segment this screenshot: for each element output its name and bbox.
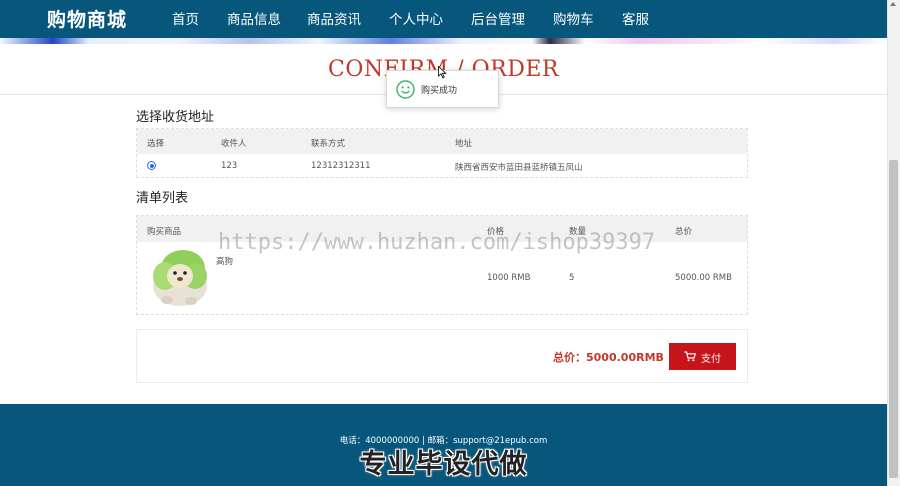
- nav-item-home[interactable]: 首页: [172, 8, 199, 28]
- toast-message: 购买成功: [421, 86, 458, 96]
- product-image[interactable]: [147, 246, 211, 308]
- nav-item-admin[interactable]: 后台管理: [471, 8, 525, 28]
- top-navbar: 购物商城 首页 商品信息 商品资讯 个人中心 后台管理 购物车 客服: [0, 0, 887, 38]
- column-header-contact: 联系方式: [311, 139, 346, 149]
- pay-button-label: 支付: [701, 354, 721, 365]
- nav-item-news[interactable]: 商品资讯: [307, 8, 361, 28]
- cart-section-heading: 清单列表: [136, 191, 189, 206]
- address-section-heading: 选择收货地址: [136, 110, 215, 125]
- smile-icon: [396, 80, 415, 99]
- total-price: 总价：5000.00RMB: [553, 351, 664, 364]
- column-header-recipient: 收件人: [221, 139, 247, 149]
- address-recipient: 123: [221, 161, 238, 171]
- scroll-up-arrow-icon[interactable]: [890, 2, 896, 6]
- column-header-select: 选择: [147, 139, 165, 149]
- address-select-radio[interactable]: [147, 161, 156, 170]
- address-table: 选择 收件人 联系方式 地址 123 12312312311 陕西省西安市蓝田县…: [136, 128, 748, 178]
- column-header-product: 购买商品: [147, 227, 182, 237]
- watermark-text: https://www.huzhan.com/ishop39397: [218, 230, 656, 255]
- shopping-cart-icon: [684, 351, 696, 362]
- product-price: 1000 RMB: [487, 273, 531, 283]
- pay-button[interactable]: 支付: [669, 343, 736, 370]
- nav-item-service[interactable]: 客服: [622, 8, 649, 28]
- column-header-address: 地址: [455, 139, 473, 149]
- banner-strip: [0, 38, 887, 44]
- brand-logo[interactable]: 购物商城: [47, 5, 127, 32]
- address-text: 陕西省西安市蓝田县蓝桥镇五凤山: [455, 163, 583, 173]
- nav-item-products[interactable]: 商品信息: [227, 8, 281, 28]
- order-summary: 总价：5000.00RMB 支付: [136, 329, 748, 383]
- mouse-cursor-icon: [438, 66, 447, 79]
- scrollbar-thumb[interactable]: [889, 160, 898, 478]
- product-quantity: 5: [569, 273, 575, 283]
- nav-item-profile[interactable]: 个人中心: [389, 8, 443, 28]
- promo-overlay-text: 专业毕设代做: [359, 449, 528, 480]
- column-header-total: 总价: [675, 227, 693, 237]
- product-name[interactable]: 高狗: [216, 255, 233, 267]
- nav-item-cart[interactable]: 购物车: [553, 8, 594, 28]
- address-phone: 12312312311: [311, 161, 371, 171]
- product-total: 5000.00 RMB: [675, 273, 732, 283]
